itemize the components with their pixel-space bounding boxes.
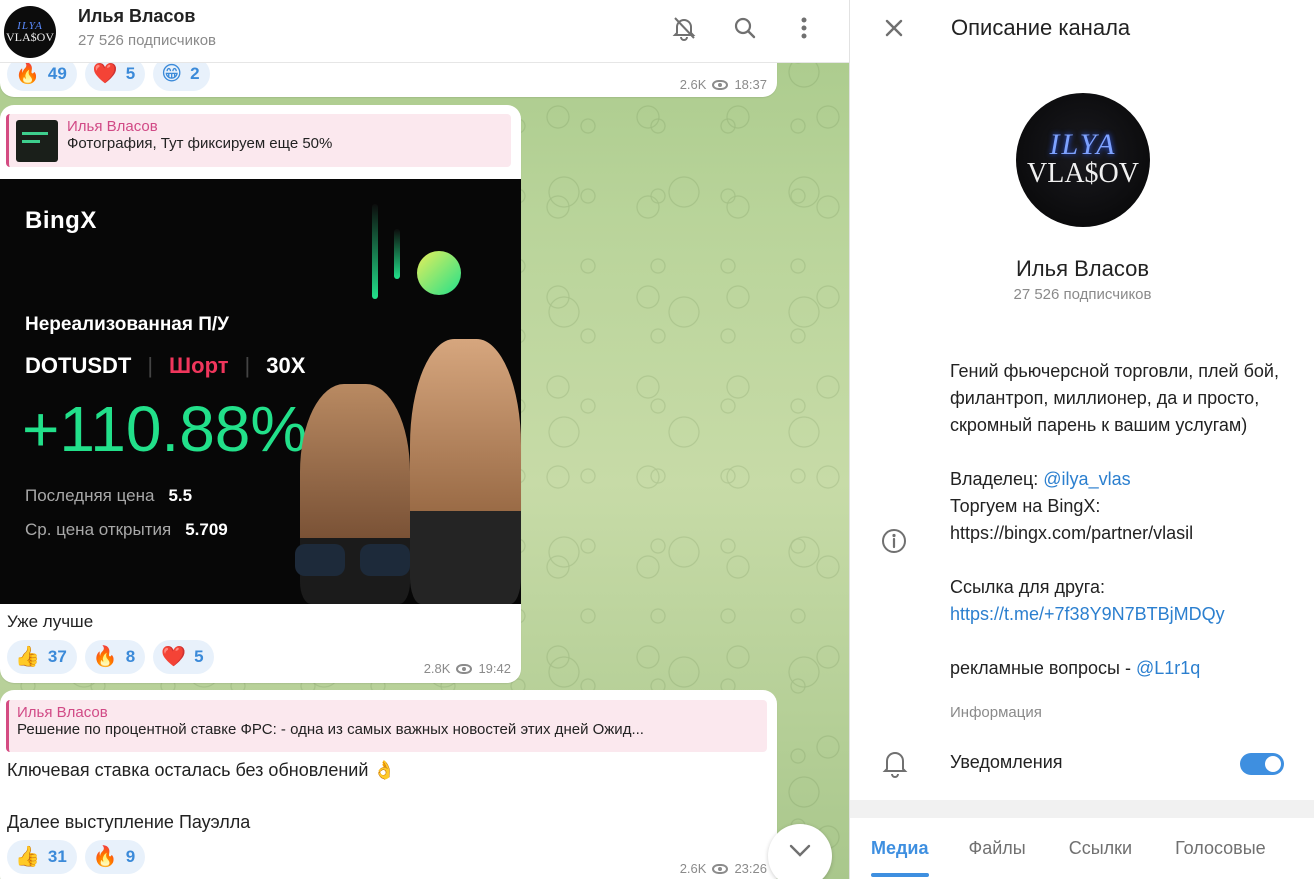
ads-contact-link[interactable]: @L1r1q [1136, 658, 1200, 678]
chat-header[interactable]: ILYA VLA$OV Илья Власов 27 526 подписчик… [0, 0, 849, 63]
subscriber-count: 27 526 подписчиков [1013, 286, 1152, 303]
invite-link[interactable]: https://t.me/+7f38Y9N7BTBjMDQy [950, 604, 1225, 624]
notifications-label: Уведомления [950, 752, 1063, 772]
fighter-illustration [410, 339, 521, 604]
eye-icon [712, 79, 729, 90]
message-time: 18:37 [734, 77, 767, 92]
decor-bar [372, 204, 378, 299]
leverage: 30X [266, 353, 306, 378]
mute-button[interactable] [670, 14, 698, 42]
bingx-pnl-image[interactable]: BingX Нереализованная П/У DOTUSDT | Шорт… [0, 179, 521, 604]
close-button[interactable] [882, 16, 906, 45]
reply-text: Фотография, Тут фиксируем еще 50% [67, 135, 333, 152]
tab-voice[interactable]: Голосовые [1175, 818, 1266, 879]
channel-info-panel: Описание канала ILYA VLA$OV Илья Власов … [849, 0, 1314, 879]
chat-area[interactable]: 🔥 49 ❤️ 5 😁 2 2.6K 18:37 Илья Власов Фотогр… [0, 0, 849, 879]
message-meta: 2.6K 18:37 [680, 77, 767, 92]
message-bubble[interactable]: Илья Власов Решение по процентной ставке… [0, 690, 777, 879]
view-count: 2.8K [423, 661, 451, 676]
message-time: 23:26 [734, 861, 767, 876]
chevron-down-icon [789, 844, 811, 857]
view-count: 2.6K [679, 77, 707, 92]
reactions-row: 👍 37 🔥 8 ❤️ 5 [7, 640, 214, 674]
channel-name: Илья Власов [1015, 256, 1150, 281]
message-meta: 2.6K 23:26 [680, 861, 767, 876]
section-divider [850, 800, 1314, 818]
reaction-heart[interactable]: ❤️ 5 [153, 640, 214, 674]
info-label: Информация [950, 704, 1042, 721]
media-tabs: Медиа Файлы Ссылки Голосовые [850, 818, 1314, 879]
position-line: DOTUSDT | Шорт | 30X [25, 353, 306, 378]
bell-icon [882, 752, 908, 778]
open-price-row: Ср. цена открытия 5.709 [25, 520, 228, 539]
owner-link[interactable]: @ilya_vlas [1043, 469, 1130, 489]
glove-icon [360, 544, 410, 576]
reaction-fire[interactable]: 🔥 8 [84, 640, 146, 674]
channel-title[interactable]: Илья Власов [78, 6, 195, 27]
eye-icon [712, 863, 729, 874]
reply-author: Илья Власов [67, 118, 158, 135]
reaction-fire[interactable]: 🔥 9 [84, 840, 146, 874]
more-vertical-icon [801, 17, 807, 39]
reactions-row: 👍 31 🔥 9 [7, 840, 146, 874]
panel-title: Описание канала [951, 15, 1131, 40]
channel-avatar[interactable]: ILYA VLA$OV [4, 6, 56, 58]
pnl-value: +110.88% [22, 393, 308, 465]
search-button[interactable] [731, 14, 759, 42]
bingx-url[interactable]: https://bingx.com/partner/vlasil [950, 520, 1295, 547]
info-icon [882, 529, 906, 553]
mute-bell-icon [672, 17, 696, 41]
decor-circle [417, 251, 461, 295]
message-time: 19:42 [478, 661, 511, 676]
message-meta: 2.8K 19:42 [424, 661, 511, 676]
notifications-toggle[interactable] [1240, 753, 1284, 775]
pnl-label: Нереализованная П/У [25, 314, 229, 335]
reaction-thumbs-up[interactable]: 👍 37 [7, 640, 77, 674]
tab-files[interactable]: Файлы [969, 818, 1026, 879]
scroll-down-button[interactable] [768, 824, 832, 879]
tab-media[interactable]: Медиа [871, 818, 929, 879]
decor-bar [394, 229, 400, 279]
channel-description: Гений фьючерсной торговли, плей бой, фил… [950, 358, 1295, 682]
reply-preview[interactable]: Илья Власов Решение по процентной ставке… [6, 700, 767, 752]
reply-preview[interactable]: Илья Власов Фотография, Тут фиксируем ещ… [6, 114, 511, 167]
message-caption: Уже лучше [7, 612, 94, 631]
glove-icon [295, 544, 345, 576]
reply-thumbnail [16, 120, 58, 162]
position-side: Шорт [169, 353, 229, 378]
reply-text: Решение по процентной ставке ФРС: - одна… [17, 721, 644, 738]
eye-icon [456, 663, 473, 674]
trading-pair: DOTUSDT [25, 353, 132, 378]
message-bubble[interactable]: Илья Власов Фотография, Тут фиксируем ещ… [0, 105, 521, 683]
more-button[interactable] [790, 14, 818, 42]
bingx-logo: BingX [25, 207, 97, 234]
search-icon [734, 17, 756, 39]
reply-author: Илья Власов [17, 704, 108, 721]
message-text: Далее выступление Пауэлла [7, 812, 251, 832]
view-count: 2.6K [679, 861, 707, 876]
last-price-row: Последняя цена 5.5 [25, 486, 193, 505]
channel-avatar-large[interactable]: ILYA VLA$OV [1016, 93, 1150, 227]
close-icon [885, 19, 903, 37]
reaction-thumbs-up[interactable]: 👍 31 [7, 840, 77, 874]
message-text: Ключевая ставка осталась без обновлений … [7, 760, 396, 780]
tab-links[interactable]: Ссылки [1069, 818, 1132, 879]
subscriber-count: 27 526 подписчиков [78, 32, 217, 49]
